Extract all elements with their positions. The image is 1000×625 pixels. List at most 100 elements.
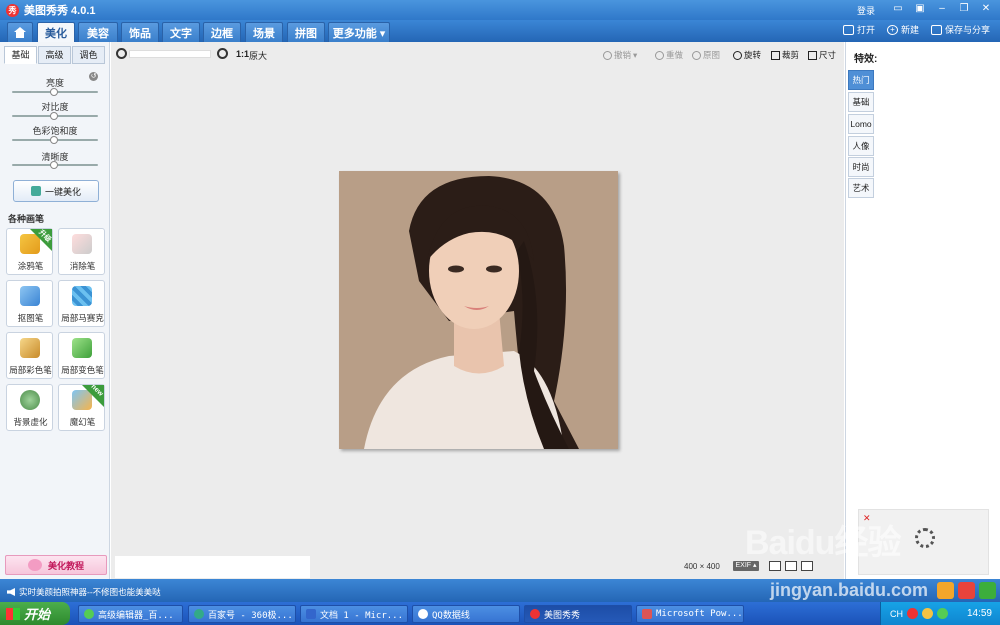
fit-icon[interactable]	[801, 561, 813, 571]
zoom-slider[interactable]	[129, 50, 211, 58]
task-browser[interactable]: 百家号 - 360极...	[188, 605, 296, 623]
tab-beauty[interactable]: 美容	[78, 22, 118, 42]
brightness-knob[interactable]	[50, 88, 58, 96]
task-qq[interactable]: QQ数据线	[412, 605, 520, 623]
tab-accessories[interactable]: 饰品	[121, 22, 159, 42]
subtab-basic[interactable]: 基础	[4, 46, 37, 64]
close-icon[interactable]: ✕	[980, 3, 992, 15]
redo-label: 重做	[666, 50, 684, 60]
cutout-brush[interactable]: 抠图笔	[6, 280, 53, 327]
contrast-knob[interactable]	[50, 112, 58, 120]
exif-button[interactable]: EXIF ▴	[733, 561, 759, 571]
background-blur-brush[interactable]: 背景虚化	[6, 384, 53, 431]
save-icon	[930, 24, 942, 35]
task-editor[interactable]: 高级编辑器_百...	[78, 605, 183, 623]
color-brush[interactable]: 局部彩色笔	[6, 332, 53, 379]
mosaic-brush[interactable]: 局部马赛克	[58, 280, 105, 327]
effect-tab-fashion[interactable]: 时尚	[848, 157, 874, 177]
effect-tab-basic[interactable]: 基础	[848, 92, 874, 112]
recolor-brush[interactable]: 局部变色笔	[58, 332, 105, 379]
sharpness-knob[interactable]	[50, 161, 58, 169]
feedback-icon[interactable]: ▭	[892, 3, 904, 15]
caption-input[interactable]	[115, 556, 310, 578]
cutout-brush-label: 抠图笔	[17, 313, 44, 323]
effects-panel: 特效: 热门 基础 Lomo 人像 时尚 艺术 ✕	[845, 42, 1000, 579]
tab-collage[interactable]: 拼图	[287, 22, 325, 42]
brightness-label: 亮度	[45, 78, 64, 88]
contrast-slider[interactable]	[12, 112, 98, 120]
file-actions: 打开 + 新建 保存与分享	[842, 23, 990, 36]
eraser-brush-label: 消除笔	[69, 261, 96, 271]
tab-text[interactable]: 文字	[162, 22, 200, 42]
subtab-color[interactable]: 调色	[72, 46, 105, 64]
status-message[interactable]: 实时美颜拍照神器--不修图也能美美哒	[7, 586, 161, 598]
task-meitu-label: 美图秀秀	[544, 610, 581, 621]
volume-icon[interactable]	[922, 608, 933, 619]
tab-more[interactable]: 更多功能 ▾	[328, 22, 390, 42]
fullscreen-icon[interactable]	[785, 561, 797, 571]
task-meitu[interactable]: 美图秀秀	[524, 605, 632, 623]
rotate-button[interactable]: 旋转	[733, 49, 761, 61]
status-bar: 实时美颜拍照神器--不修图也能美美哒	[0, 579, 1000, 602]
language-indicator[interactable]: CH	[890, 609, 903, 619]
zoom-in-icon[interactable]	[217, 48, 228, 59]
task-powerpoint[interactable]: Microsoft Pow...	[636, 605, 744, 623]
tab-beautify[interactable]: 美化	[37, 22, 75, 42]
sharpness-slider[interactable]	[12, 161, 98, 169]
canvas-toolbar: 1:1 原大 撤销 ▾ 重做 原图 旋转 裁剪 尺寸	[111, 42, 844, 66]
photo-canvas[interactable]	[339, 171, 618, 449]
redo-button[interactable]: 重做	[655, 49, 683, 61]
new-button[interactable]: + 新建	[886, 23, 919, 36]
effect-tab-lomo[interactable]: Lomo	[848, 114, 874, 134]
saturation-slider[interactable]	[12, 136, 98, 144]
task-qq-label: QQ数据线	[432, 610, 470, 621]
eraser-brush[interactable]: 消除笔	[58, 228, 105, 275]
subtab-advanced[interactable]: 高级	[38, 46, 71, 64]
effect-tab-art[interactable]: 艺术	[848, 178, 874, 198]
undo-dropdown-icon[interactable]: ▾	[633, 50, 637, 61]
weibo-icon[interactable]	[958, 582, 975, 599]
minimize-icon[interactable]: –	[936, 3, 948, 15]
mosaic-brush-label: 局部马赛克	[61, 313, 104, 323]
window-controls: ▭ ▣ – ❐ ✕	[892, 3, 992, 15]
add-icon[interactable]	[979, 582, 996, 599]
close-icon[interactable]: ✕	[863, 514, 871, 523]
one-click-beautify-button[interactable]: 一键美化	[13, 180, 99, 202]
brightness-slider[interactable]	[12, 88, 98, 96]
effect-tab-hot[interactable]: 热门	[848, 70, 874, 90]
effect-tab-portrait[interactable]: 人像	[848, 136, 874, 156]
task-word[interactable]: 文档 1 - Micr...	[300, 605, 408, 623]
open-label: 打开	[856, 25, 875, 35]
sogou-icon[interactable]	[907, 608, 918, 619]
ad-thumbnail[interactable]: ✕	[858, 509, 989, 575]
open-button[interactable]: 打开	[842, 23, 875, 36]
origin-button[interactable]: 原图	[692, 49, 720, 61]
saturation-knob[interactable]	[50, 136, 58, 144]
save-share-button[interactable]: 保存与分享	[930, 23, 990, 36]
compare-icon[interactable]	[769, 561, 781, 571]
tab-frame[interactable]: 边框	[203, 22, 241, 42]
image-dimensions: 400 × 400	[684, 562, 720, 571]
tutorial-label: 美化教程	[47, 560, 84, 571]
login-link[interactable]: 登录	[857, 4, 875, 17]
undo-button[interactable]: 撤销 ▾	[603, 49, 637, 61]
tutorial-button[interactable]: 美化教程	[5, 555, 107, 575]
maximize-icon[interactable]: ❐	[958, 3, 970, 15]
tab-scene[interactable]: 场景	[245, 22, 283, 42]
actual-size-ratio[interactable]: 1:1	[236, 49, 249, 59]
size-button[interactable]: 尺寸	[808, 49, 836, 61]
blur-icon	[20, 390, 40, 410]
security-icon[interactable]	[937, 608, 948, 619]
zoom-out-icon[interactable]	[116, 48, 127, 59]
home-tab[interactable]	[7, 22, 33, 42]
loading-spinner-icon	[915, 528, 935, 548]
qzone-icon[interactable]	[937, 582, 954, 599]
original-size-button[interactable]: 原大	[249, 49, 267, 62]
skin-icon[interactable]: ▣	[914, 3, 926, 15]
crop-button[interactable]: 裁剪	[771, 49, 799, 61]
magic-brush[interactable]: new 魔幻笔	[58, 383, 105, 431]
windows-taskbar: 开始 高级编辑器_百... 百家号 - 360极... 文档 1 - Micr.…	[0, 602, 1000, 625]
task-editor-label: 高级编辑器_百...	[98, 610, 174, 621]
start-button[interactable]: 开始	[0, 602, 70, 625]
doodle-brush[interactable]: 升级 涂鸦笔	[6, 228, 53, 275]
